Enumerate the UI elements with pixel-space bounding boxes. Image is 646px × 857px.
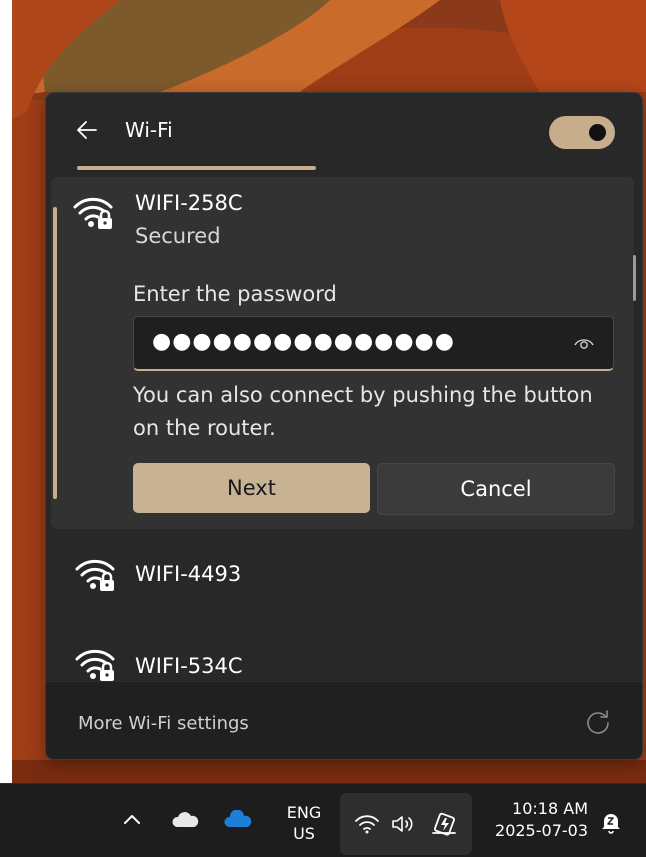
taskbar: ENG US 10:18 AM 2025-07-03 bbox=[0, 783, 646, 857]
refresh-icon[interactable] bbox=[584, 708, 612, 736]
network-name: WIFI-258C bbox=[135, 191, 243, 215]
more-wifi-settings-link[interactable]: More Wi-Fi settings bbox=[78, 713, 249, 735]
flyout-header: Wi-Fi bbox=[46, 93, 642, 173]
wifi-toggle[interactable] bbox=[549, 116, 615, 149]
page-title: Wi-Fi bbox=[125, 118, 173, 142]
password-label: Enter the password bbox=[133, 282, 337, 306]
clock-date: 2025-07-03 bbox=[495, 821, 588, 840]
quick-settings-button[interactable] bbox=[340, 793, 472, 855]
back-arrow-icon[interactable] bbox=[74, 117, 100, 143]
flyout-footer: More Wi-Fi settings bbox=[46, 681, 642, 759]
selection-indicator bbox=[53, 207, 57, 499]
wps-hint-text: You can also connect by pushing the butt… bbox=[133, 383, 593, 440]
toggle-knob bbox=[589, 124, 606, 141]
notification-bell-icon[interactable] bbox=[600, 810, 622, 834]
network-name: WIFI-534C bbox=[135, 654, 243, 678]
clock-time: 10:18 AM bbox=[512, 799, 588, 818]
wifi-lock-icon bbox=[73, 197, 113, 229]
wifi-flyout: Wi-Fi WIFI-258C Secured Enter the passwo… bbox=[45, 92, 643, 760]
cloud-white-icon[interactable] bbox=[170, 810, 200, 830]
password-input[interactable]: ●●●●●●●●●●●●●●● bbox=[133, 316, 614, 371]
network-status: Secured bbox=[135, 224, 221, 248]
region-code: US bbox=[293, 824, 315, 843]
speaker-icon bbox=[392, 816, 413, 832]
wifi-lock-icon bbox=[75, 559, 115, 591]
wifi-icon bbox=[355, 815, 379, 834]
cancel-button[interactable]: Cancel bbox=[377, 463, 615, 515]
network-card-expanded: WIFI-258C Secured Enter the password ●●●… bbox=[51, 177, 634, 529]
eye-icon[interactable] bbox=[572, 333, 596, 351]
next-button[interactable]: Next bbox=[133, 463, 370, 513]
cloud-blue-icon[interactable] bbox=[222, 810, 254, 830]
scan-progress-bar bbox=[77, 166, 316, 170]
screen-edge bbox=[0, 0, 12, 856]
language-code: ENG bbox=[286, 803, 322, 822]
network-list-item[interactable]: WIFI-534C bbox=[46, 633, 642, 681]
network-name: WIFI-4493 bbox=[135, 562, 242, 586]
battery-charging-icon bbox=[432, 812, 456, 836]
network-list-item[interactable]: WIFI-4493 bbox=[46, 543, 642, 607]
chevron-up-icon[interactable] bbox=[122, 812, 142, 826]
wifi-lock-icon bbox=[75, 649, 115, 681]
clock[interactable]: 10:18 AM 2025-07-03 bbox=[476, 798, 588, 842]
language-indicator[interactable]: ENG US bbox=[280, 802, 328, 844]
password-value: ●●●●●●●●●●●●●●● bbox=[152, 329, 455, 354]
scrollbar-thumb[interactable] bbox=[633, 255, 636, 301]
